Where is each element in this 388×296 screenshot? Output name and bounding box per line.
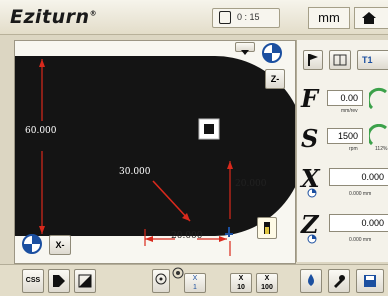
play-icon [53,275,65,287]
speed-label: S [301,124,319,153]
dim-vertical: 20.000 [235,179,267,189]
top-bar: Eziturn® 0 : 15 mm [0,0,388,35]
part-drawing [15,56,295,256]
tool-select-button[interactable] [257,217,277,239]
play-button[interactable] [48,269,70,293]
css-button[interactable]: CSS [22,269,44,293]
program-icon [219,11,231,24]
stop-button[interactable] [74,269,96,293]
tool-icon [264,222,270,234]
x-position-field[interactable]: 0.000 [329,168,388,186]
counter-text: 0 : 15 [237,12,260,22]
z-position-field[interactable]: 0.000 [329,214,388,232]
stop-icon [78,274,92,288]
feed-gauge-icon[interactable] [369,86,388,112]
app-window: Eziturn® 0 : 15 mm 60.000 30.000 20.000 … [0,0,388,296]
save-button[interactable] [356,269,384,293]
step-10-value: 10 [237,284,245,291]
x-direction-button[interactable]: X- [49,235,71,255]
z-subvalue: 0.000 mm [349,237,372,243]
speed-unit: rpm [349,146,358,152]
feed-input[interactable]: 0.00 [327,90,363,106]
home-icon [362,12,376,24]
step-1-button[interactable]: X 1 [184,273,206,293]
tool-number-button[interactable]: T1 [357,50,388,70]
step-axis: X [238,275,244,282]
program-button[interactable] [329,50,351,70]
step-1-value: 1 [193,284,197,291]
x-zero-icon[interactable] [307,188,317,198]
tools-button[interactable] [328,269,350,293]
chevron-down-icon [241,50,249,55]
x-subvalue: 0.000 mm [349,191,372,197]
step-100-value: 100 [261,284,273,291]
bottom-toolbar: CSS X 1 X 10 X 100 [0,264,388,296]
toolpath-canvas[interactable]: 60.000 30.000 20.000 20.000 Z- X- [14,40,296,264]
jog-handwheel-button[interactable] [152,269,170,293]
wrench-icon [334,275,345,288]
flag-button[interactable] [303,50,323,70]
dim-width: 20.000 [171,231,203,241]
step-axis: X [264,275,270,282]
orientation-icon[interactable] [261,42,283,64]
feed-label: F [301,84,319,113]
grid-icon [333,54,347,66]
save-icon [364,275,376,287]
flag-icon [308,54,318,66]
coolant-button[interactable] [300,269,322,293]
step-axis: X [192,275,198,282]
spindle-icon[interactable] [172,267,184,279]
app-logo: Eziturn® [10,6,98,28]
feed-unit: mm/rev [341,108,358,114]
speed-gauge-icon[interactable] [369,124,388,148]
dim-height: 60.000 [25,126,57,136]
speed-input[interactable]: 1500 [327,128,363,144]
step-100-button[interactable]: X 100 [256,273,278,293]
control-panel: T1 F 0.00 mm/rev S 1500 rpm 112% X 0.000… [296,40,388,262]
z-zero-icon[interactable] [307,234,317,244]
coolant-drop-icon [308,274,314,286]
units-button[interactable]: mm [308,7,350,29]
handwheel-icon [155,273,167,285]
program-counter[interactable]: 0 : 15 [212,8,280,28]
z-direction-button[interactable]: Z- [265,69,285,89]
view-dropdown-button[interactable] [235,42,255,55]
step-10-button[interactable]: X 10 [230,273,252,293]
home-button[interactable] [354,7,388,29]
orientation-icon-bottom[interactable] [21,233,43,255]
dim-radius: 30.000 [119,167,151,177]
part-profile [15,56,295,236]
